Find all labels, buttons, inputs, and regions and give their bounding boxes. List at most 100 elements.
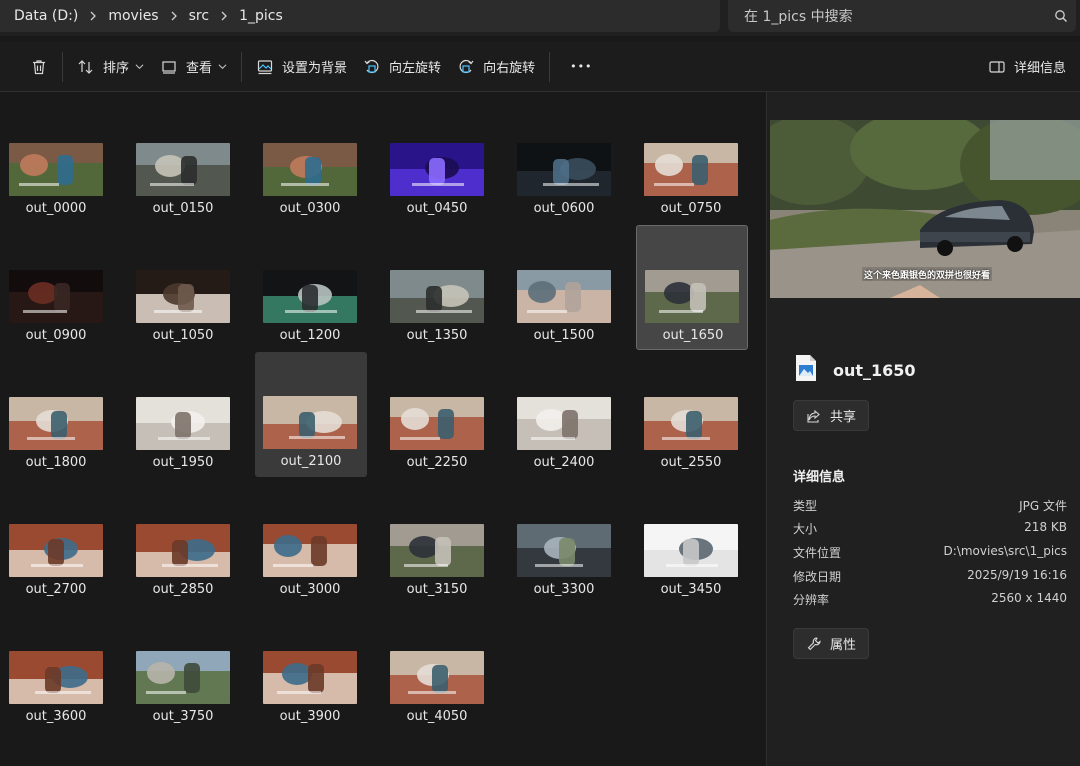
image-icon bbox=[257, 59, 273, 74]
file-tile[interactable]: out_2550 bbox=[635, 352, 747, 477]
file-name: out_2400 bbox=[533, 455, 595, 470]
property-value: JPG 文件 bbox=[1019, 499, 1067, 513]
delete-button[interactable] bbox=[22, 50, 56, 84]
view-button[interactable]: 查看 bbox=[152, 50, 235, 84]
chevron-right-icon[interactable] bbox=[159, 11, 189, 21]
file-tile[interactable]: out_2850 bbox=[127, 479, 239, 604]
file-name: out_2250 bbox=[406, 455, 468, 470]
file-tile[interactable]: out_0750 bbox=[635, 98, 747, 223]
file-thumbnail bbox=[136, 524, 230, 577]
file-tile[interactable]: out_3300 bbox=[508, 479, 620, 604]
file-tile[interactable]: out_1350 bbox=[381, 225, 493, 350]
file-name: out_3600 bbox=[25, 709, 87, 724]
file-tile[interactable]: out_0450 bbox=[381, 98, 493, 223]
preview-caption: 这个来色跟银色的双拼也很好看 bbox=[864, 271, 991, 281]
file-tile[interactable]: out_2250 bbox=[381, 352, 493, 477]
file-tile[interactable]: out_1650 bbox=[636, 225, 748, 350]
file-name: out_0300 bbox=[279, 201, 341, 216]
view-icon bbox=[162, 60, 176, 74]
file-thumbnail bbox=[517, 524, 611, 577]
breadcrumb[interactable]: Data (D:) movies src 1_pics bbox=[0, 0, 720, 32]
command-bar: 排序 查看 设置为背景 向左旋转 向右旋转 ••• 详细信息 bbox=[0, 42, 1080, 92]
file-thumbnail bbox=[390, 397, 484, 450]
file-tile[interactable]: out_3150 bbox=[381, 479, 493, 604]
share-button[interactable]: 共享 bbox=[793, 400, 870, 431]
file-name: out_3450 bbox=[660, 582, 722, 597]
chevron-right-icon[interactable] bbox=[78, 11, 108, 21]
file-thumbnail bbox=[390, 524, 484, 577]
file-thumbnail bbox=[390, 270, 484, 323]
file-name: out_0750 bbox=[660, 201, 722, 216]
file-thumbnail bbox=[136, 143, 230, 196]
rotate-left-button[interactable]: 向左旋转 bbox=[355, 50, 449, 84]
toolbar-divider bbox=[62, 51, 63, 82]
file-tile[interactable]: out_0300 bbox=[254, 98, 366, 223]
sort-button[interactable]: 排序 bbox=[69, 50, 152, 84]
file-tile[interactable]: out_1200 bbox=[254, 225, 366, 350]
property-key: 文件位置 bbox=[793, 546, 842, 560]
property-key: 分辨率 bbox=[793, 593, 830, 607]
file-tile[interactable]: out_3000 bbox=[254, 479, 366, 604]
file-tile[interactable]: out_1050 bbox=[127, 225, 239, 350]
file-name: out_1500 bbox=[533, 328, 595, 343]
image-preview: 这个来色跟银色的双拼也很好看 bbox=[770, 120, 1080, 298]
breadcrumb-item-drive[interactable]: Data (D:) bbox=[14, 8, 78, 24]
file-name: out_2700 bbox=[25, 582, 87, 597]
file-tile[interactable]: out_2400 bbox=[508, 352, 620, 477]
file-tile[interactable]: out_3750 bbox=[127, 606, 239, 731]
file-name: out_0000 bbox=[25, 201, 87, 216]
details-file-header: out_1650 bbox=[795, 354, 916, 386]
file-tile[interactable]: out_3900 bbox=[254, 606, 366, 731]
jpg-file-icon bbox=[795, 354, 817, 386]
properties-button[interactable]: 属性 bbox=[793, 628, 870, 659]
file-name: out_3000 bbox=[279, 582, 341, 597]
search-icon[interactable] bbox=[1046, 9, 1076, 23]
file-name: out_0450 bbox=[406, 201, 468, 216]
file-thumbnail bbox=[644, 397, 738, 450]
property-key: 类型 bbox=[793, 499, 818, 513]
search-input[interactable]: 在 1_pics 中搜索 bbox=[744, 6, 1046, 26]
file-thumbnail bbox=[390, 651, 484, 704]
sort-icon bbox=[78, 59, 93, 74]
property-value: 218 KB bbox=[1024, 520, 1067, 534]
file-tile[interactable]: out_3600 bbox=[0, 606, 112, 731]
breadcrumb-item-movies[interactable]: movies bbox=[108, 8, 158, 24]
file-tile[interactable]: out_4050 bbox=[381, 606, 493, 731]
file-thumbnail bbox=[644, 524, 738, 577]
file-name: out_2100 bbox=[280, 454, 342, 469]
file-tile[interactable]: out_1800 bbox=[0, 352, 112, 477]
file-tile[interactable]: out_0150 bbox=[127, 98, 239, 223]
property-row-type: 类型 JPG 文件 bbox=[793, 497, 1067, 514]
file-tile[interactable]: out_0000 bbox=[0, 98, 112, 223]
file-thumbnail bbox=[263, 651, 357, 704]
property-value[interactable]: D:\movies\src\1_pics bbox=[944, 544, 1067, 561]
file-grid: out_0000 out_0150 out_0300 out_0450 out_… bbox=[0, 92, 766, 766]
file-name: out_1800 bbox=[25, 455, 87, 470]
file-tile[interactable]: out_0900 bbox=[0, 225, 112, 350]
file-tile[interactable]: out_2700 bbox=[0, 479, 112, 604]
breadcrumb-item-1-pics[interactable]: 1_pics bbox=[239, 8, 283, 24]
rotate-right-button[interactable]: 向右旋转 bbox=[449, 50, 543, 84]
file-thumbnail bbox=[136, 397, 230, 450]
set-as-background-button[interactable]: 设置为背景 bbox=[248, 50, 355, 84]
file-thumbnail bbox=[136, 270, 230, 323]
more-options-button[interactable]: ••• bbox=[556, 50, 606, 84]
file-thumbnail bbox=[9, 270, 103, 323]
file-tile[interactable]: out_0600 bbox=[508, 98, 620, 223]
properties-label: 属性 bbox=[830, 638, 857, 653]
file-thumbnail bbox=[263, 270, 357, 323]
property-row-location: 文件位置 D:\movies\src\1_pics bbox=[793, 544, 1067, 561]
breadcrumb-item-src[interactable]: src bbox=[189, 8, 209, 24]
more-icon: ••• bbox=[570, 60, 593, 73]
file-name: out_2550 bbox=[660, 455, 722, 470]
file-tile[interactable]: out_3450 bbox=[635, 479, 747, 604]
details-pane-button[interactable]: 详细信息 bbox=[980, 50, 1074, 84]
rotate-left-label: 向左旋转 bbox=[389, 61, 442, 76]
file-tile[interactable]: out_1500 bbox=[508, 225, 620, 350]
file-tile[interactable]: out_1950 bbox=[127, 352, 239, 477]
file-thumbnail bbox=[263, 396, 357, 449]
chevron-right-icon[interactable] bbox=[209, 11, 239, 21]
file-thumbnail bbox=[645, 270, 739, 323]
search-box[interactable]: 在 1_pics 中搜索 bbox=[728, 0, 1076, 32]
file-tile[interactable]: out_2100 bbox=[255, 352, 367, 477]
